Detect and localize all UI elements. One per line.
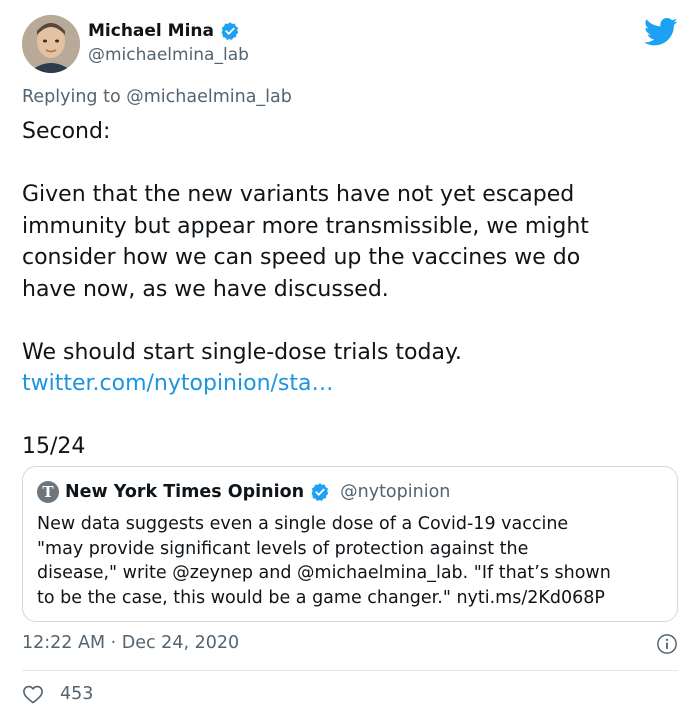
replying-to-label: Replying to: [22, 87, 127, 107]
quoted-author-name: New York Times Opinion: [65, 482, 305, 502]
author-handle[interactable]: @michaelmina_lab: [88, 45, 249, 65]
tweet-text: Second: Given that the new variants have…: [22, 116, 682, 463]
info-icon[interactable]: [656, 633, 678, 655]
replying-to-mention[interactable]: @michaelmina_lab: [126, 87, 292, 107]
author-name[interactable]: Michael Mina: [88, 21, 214, 41]
tweet-line: We should start single-dose trials today…: [22, 339, 462, 365]
quoted-tweet-text: New data suggests even a single dose of …: [37, 512, 667, 610]
thread-counter: 15/24: [22, 434, 86, 459]
tweet-line: Given that the new variants have not yet…: [22, 182, 575, 207]
twitter-bird-icon[interactable]: [644, 17, 678, 47]
quote-line: disease," write @zeynep and @michaelmina…: [37, 563, 611, 583]
verified-badge-icon: [221, 22, 239, 40]
tweet-line: immunity but appear more transmissible, …: [22, 213, 589, 239]
nyt-logo-icon: T: [37, 481, 59, 503]
verified-badge-icon: [311, 483, 329, 501]
quoted-author-handle: @nytopinion: [340, 482, 451, 502]
tweet-line: Second:: [22, 119, 111, 144]
quoted-tweet-header: T New York Times Opinion @nytopinion: [37, 481, 450, 503]
replying-to: Replying to @michaelmina_lab: [22, 87, 292, 107]
quote-line: "may provide significant levels of prote…: [37, 538, 529, 559]
quoted-tweet[interactable]: T New York Times Opinion @nytopinion New…: [22, 466, 678, 622]
divider: [22, 670, 678, 671]
tweet-timestamp[interactable]: 12:22 AM · Dec 24, 2020: [22, 633, 239, 653]
like-action[interactable]: 453: [22, 684, 93, 704]
tweet-line: have now, as we have discussed.: [22, 276, 389, 302]
tweet-link[interactable]: twitter.com/nytopinion/sta…: [22, 368, 682, 400]
quote-line: New data suggests even a single dose of …: [37, 514, 569, 534]
author-name-row[interactable]: Michael Mina: [88, 21, 240, 41]
like-count: 453: [60, 684, 94, 704]
quote-line: to be the case, this would be a game cha…: [37, 587, 605, 608]
avatar-image: [22, 15, 80, 73]
avatar[interactable]: [22, 15, 80, 73]
tweet-line: consider how we can speed up the vaccine…: [22, 245, 581, 270]
heart-icon[interactable]: [22, 684, 44, 704]
